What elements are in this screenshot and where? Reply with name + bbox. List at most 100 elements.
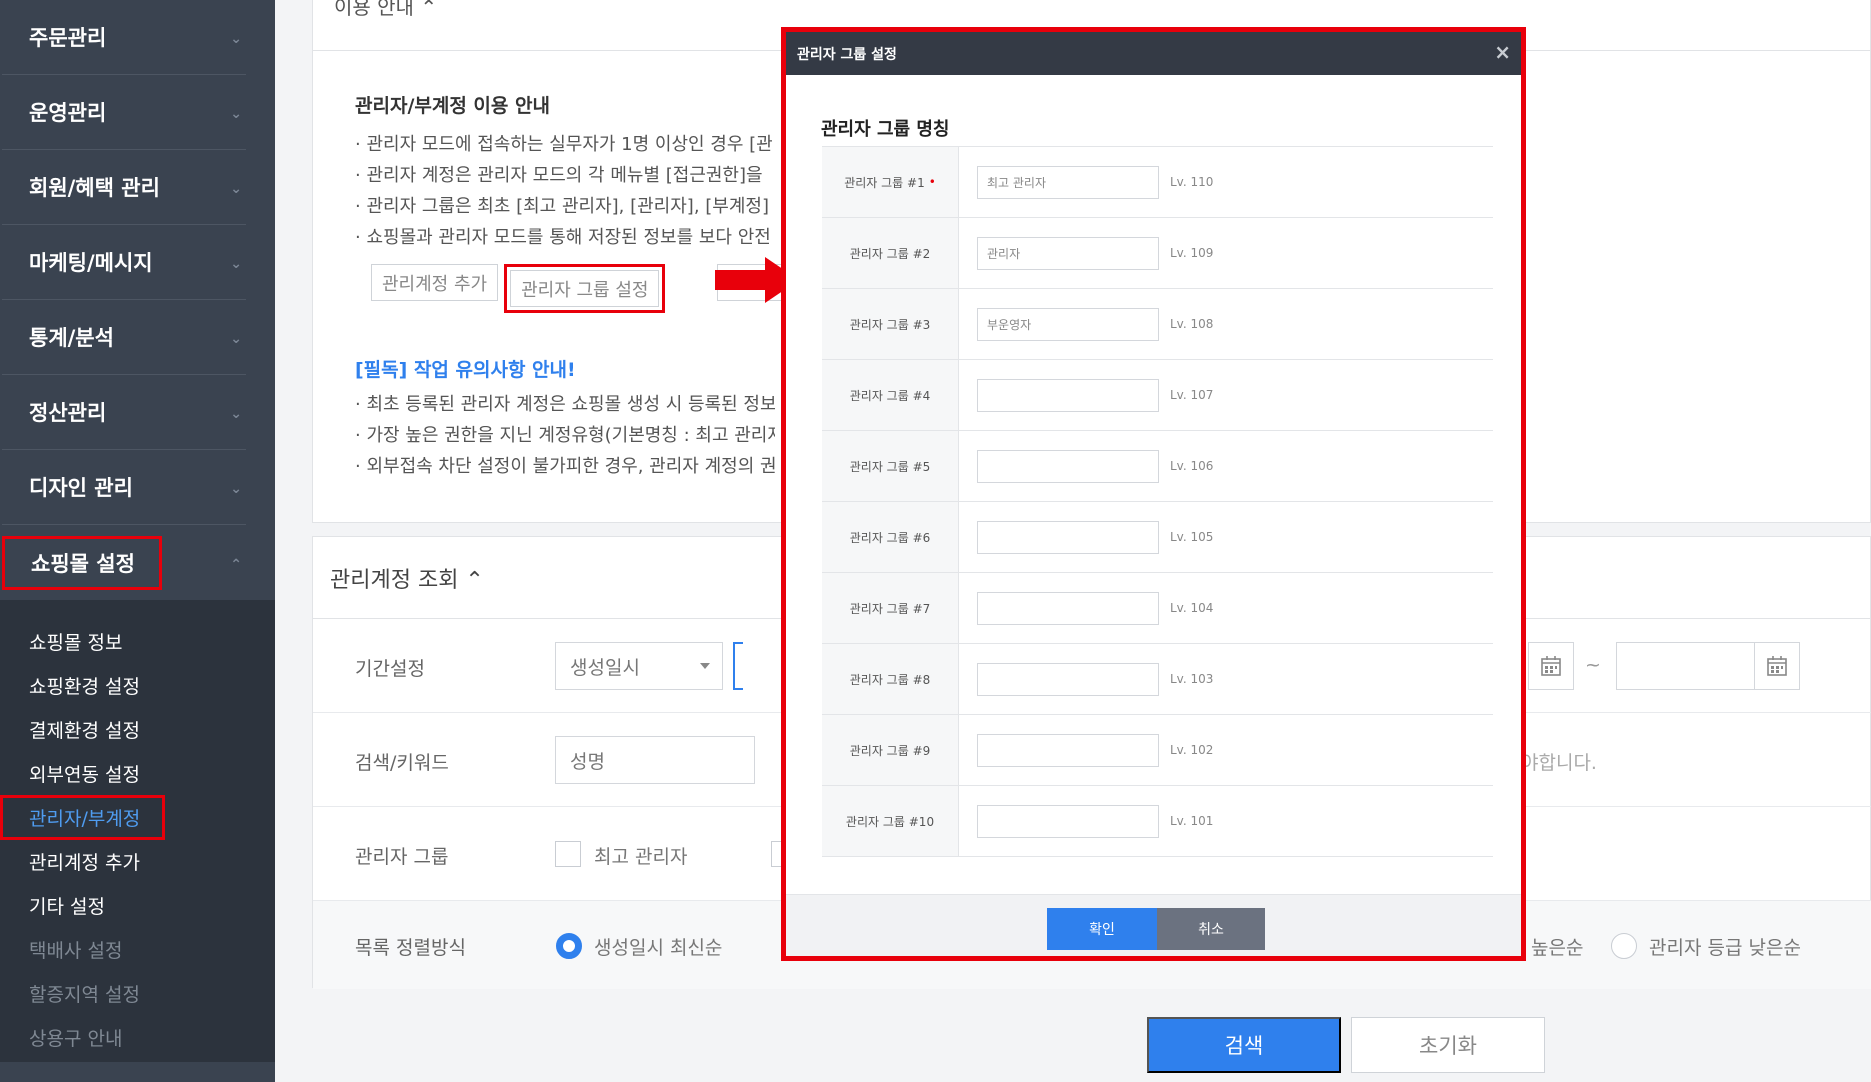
- search-button[interactable]: 검색: [1147, 1017, 1341, 1073]
- group-row: 관리자 그룹 #2 Lv. 109: [822, 218, 1493, 289]
- keyword-hint: 야합니다.: [1521, 752, 1597, 774]
- group-level: Lv. 108: [1170, 317, 1214, 331]
- group-name-input[interactable]: [977, 165, 1159, 199]
- group-option-label: 최고 관리자: [594, 846, 688, 868]
- menu-operation[interactable]: 운영관리 ⌄: [2, 75, 246, 150]
- submenu-item-payment-env[interactable]: 결제환경 설정: [0, 707, 275, 751]
- group-label: 관리자 그룹: [355, 846, 449, 868]
- group-row: 관리자 그룹 #3 Lv. 108: [822, 289, 1493, 360]
- close-icon[interactable]: ×: [1494, 42, 1511, 62]
- menu-marketing[interactable]: 마케팅/메시지 ⌄: [2, 225, 246, 300]
- menu-label: 정산관리: [29, 401, 107, 425]
- group-name-input[interactable]: [977, 662, 1159, 696]
- group-row-label: 관리자 그룹 #8: [822, 644, 959, 714]
- submenu-label: 할증지역 설정: [29, 983, 140, 1006]
- menu-settlement[interactable]: 정산관리 ⌄: [2, 375, 246, 450]
- group-name-input[interactable]: [977, 804, 1159, 838]
- add-account-button[interactable]: 관리계정 추가: [371, 264, 499, 301]
- menu-label: 쇼핑몰 설정: [2, 535, 162, 590]
- group-level: Lv. 102: [1170, 743, 1214, 757]
- group-settings-button[interactable]: 관리자 그룹 설정: [510, 270, 660, 307]
- submenu-item-surcharge[interactable]: 할증지역 설정: [0, 971, 275, 1015]
- submenu-label: 결제환경 설정: [29, 719, 140, 742]
- keyword-label: 검색/키워드: [355, 752, 449, 774]
- chevron-down-icon: ⌄: [230, 331, 242, 347]
- group-row-label: 관리자 그룹 #7: [822, 573, 959, 643]
- menu-shop-settings[interactable]: 쇼핑몰 설정 ⌃: [2, 525, 246, 600]
- menu-member[interactable]: 회원/혜택 관리 ⌄: [2, 150, 246, 225]
- menu-design[interactable]: 디자인 관리 ⌄: [2, 450, 246, 525]
- confirm-button[interactable]: 확인: [1047, 908, 1157, 950]
- group-name-input[interactable]: [977, 236, 1159, 270]
- group-row-label: 관리자 그룹 #5: [822, 431, 959, 501]
- sort-radio-newest[interactable]: [556, 933, 582, 959]
- menu-order[interactable]: 주문관리 ⌄: [2, 0, 246, 75]
- submenu-item-etc[interactable]: 기타 설정: [0, 883, 275, 927]
- main-menu: 주문관리 ⌄ 운영관리 ⌄ 회원/혜택 관리 ⌄ 마케팅/메시지 ⌄ 통계/분석 ⌄ 정산…: [0, 0, 275, 600]
- submenu-item-add-account[interactable]: 관리계정 추가: [0, 839, 275, 883]
- chevron-down-icon: ⌄: [230, 31, 242, 47]
- chevron-down-icon: ⌄: [230, 181, 242, 197]
- submenu: 쇼핑몰 정보 쇼핑환경 설정 결제환경 설정 외부연동 설정 관리자/부계정 관…: [0, 600, 275, 1062]
- submenu-label: 쇼핑몰 정보: [29, 631, 123, 654]
- usage-bullet: · 관리자 그룹은 최초 [최고 관리자], [관리자], [부계정]: [355, 196, 769, 217]
- submenu-item-courier[interactable]: 택배사 설정: [0, 927, 275, 971]
- group-names-title: 관리자 그룹 명칭: [821, 119, 950, 140]
- sort-label: 목록 정렬방식: [355, 937, 466, 959]
- submenu-item-phrases[interactable]: 상용구 안내: [0, 1015, 275, 1059]
- chevron-down-icon: ⌄: [230, 106, 242, 122]
- end-date-input[interactable]: [1616, 642, 1761, 690]
- reset-button[interactable]: 초기화: [1351, 1017, 1545, 1073]
- group-row: 관리자 그룹 #5 Lv. 106: [822, 431, 1493, 502]
- submenu-item-shopping-env[interactable]: 쇼핑환경 설정: [0, 663, 275, 707]
- sort-radio-level-low[interactable]: [1611, 933, 1637, 959]
- group-name-input[interactable]: [977, 520, 1159, 554]
- group-name-input[interactable]: [977, 733, 1159, 767]
- group-level: Lv. 106: [1170, 459, 1214, 473]
- usage-bullet: · 관리자 계정은 관리자 모드의 각 메뉴별 [접근권한]을: [355, 165, 763, 186]
- group-name-input[interactable]: [977, 378, 1159, 412]
- notice-bullets: · 최초 등록된 관리자 계정은 쇼핑몰 생성 시 등록된 정보 · 가장 높은…: [355, 389, 775, 482]
- submenu-item-shop-info[interactable]: 쇼핑몰 정보: [0, 619, 275, 663]
- cancel-button[interactable]: 취소: [1157, 908, 1265, 950]
- chevron-up-icon: ⌃: [230, 556, 242, 573]
- submenu-label: 기타 설정: [29, 895, 105, 918]
- submenu-item-admin-accounts[interactable]: 관리자/부계정: [0, 794, 275, 840]
- notice-bullet: · 가장 높은 권한을 지닌 계정유형(기본명칭 : 최고 관리자: [355, 425, 775, 446]
- group-level: Lv. 104: [1170, 601, 1214, 615]
- chevron-down-icon: ⌄: [230, 481, 242, 497]
- group-row-label: 관리자 그룹 #3: [822, 289, 959, 359]
- submenu-label: 택배사 설정: [29, 939, 123, 962]
- group-name-input[interactable]: [977, 591, 1159, 625]
- menu-label: 운영관리: [29, 101, 107, 125]
- account-search-title: 관리계정 조회 ⌃: [330, 567, 484, 593]
- menu-label: 마케팅/메시지: [29, 251, 153, 275]
- group-level: Lv. 109: [1170, 246, 1214, 260]
- calendar-icon[interactable]: [1754, 642, 1800, 690]
- period-label: 기간설정: [355, 658, 425, 680]
- menu-statistics[interactable]: 통계/분석 ⌄: [2, 300, 246, 375]
- chevron-down-icon: ⌄: [230, 406, 242, 422]
- period-select[interactable]: 생성일시: [555, 642, 723, 690]
- submenu-item-external[interactable]: 외부연동 설정: [0, 751, 275, 795]
- group-level: Lv. 103: [1170, 672, 1214, 686]
- keyword-select-value: 성명: [570, 750, 605, 773]
- group-name-input[interactable]: [977, 449, 1159, 483]
- period-select-value: 생성일시: [570, 656, 640, 679]
- sort-option-label: 생성일시 최신순: [594, 937, 723, 959]
- sidebar-footer: [0, 1062, 275, 1082]
- start-date-input[interactable]: [733, 642, 743, 690]
- menu-label: 회원/혜택 관리: [29, 176, 160, 200]
- modal-footer: 확인 취소: [786, 894, 1521, 956]
- modal-title: 관리자 그룹 설정: [797, 46, 897, 63]
- group-checkbox-super[interactable]: [555, 841, 581, 867]
- usage-info-title: 관리자/부계정 이용 안내: [355, 95, 550, 117]
- group-row-label: 관리자 그룹 #2: [822, 218, 959, 288]
- keyword-select[interactable]: 성명: [555, 736, 755, 784]
- submenu-label: 외부연동 설정: [29, 763, 140, 786]
- calendar-icon[interactable]: [1528, 642, 1574, 690]
- caret-down-icon: [700, 663, 710, 669]
- submenu-label: 관리자/부계정: [0, 794, 166, 840]
- group-name-input[interactable]: [977, 307, 1159, 341]
- group-row: 관리자 그룹 #6 Lv. 105: [822, 502, 1493, 573]
